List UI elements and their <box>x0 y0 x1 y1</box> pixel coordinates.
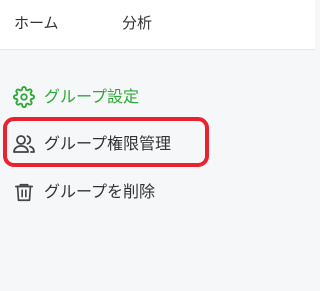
gear-icon <box>12 85 36 109</box>
tab-home[interactable]: ホーム <box>14 12 59 34</box>
menu-item-group-permissions[interactable]: グループ権限管理 <box>12 129 171 159</box>
menu-item-label: グループを削除 <box>44 182 156 201</box>
top-navigation-bar: ホーム 分析 <box>0 0 315 50</box>
users-icon <box>12 132 36 156</box>
menu-item-delete-group[interactable]: グループを削除 <box>12 177 155 207</box>
menu-item-label: グループ設定 <box>44 87 140 106</box>
trash-icon <box>12 180 36 204</box>
menu-item-label: グループ権限管理 <box>44 134 172 153</box>
menu-item-group-settings[interactable]: グループ設定 <box>12 82 139 112</box>
tab-analysis[interactable]: 分析 <box>122 12 152 34</box>
group-actions-menu: グループ設定 グループ権限管理 グループを削除 <box>0 50 315 291</box>
